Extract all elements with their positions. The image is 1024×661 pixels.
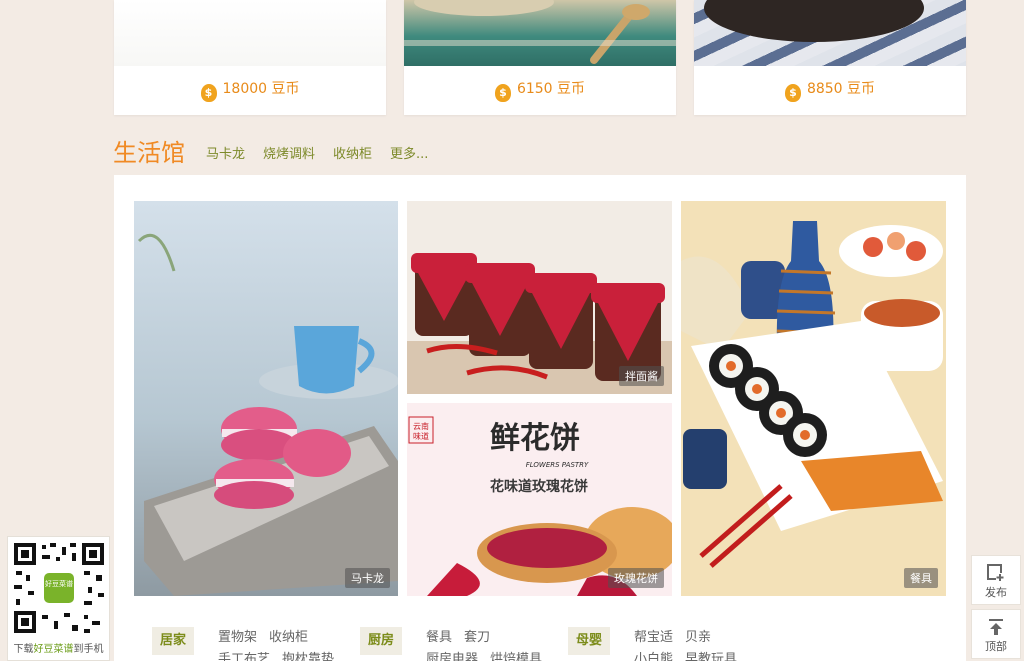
section-links: 马卡龙 烧烤调料 收纳柜 更多... (206, 143, 428, 162)
app-download-qr[interactable]: 好豆菜谱 下载好豆菜谱到手机 (7, 536, 110, 661)
tile-label: 拌面酱 (619, 366, 664, 386)
product-photo (404, 0, 676, 64)
product-image[interactable] (114, 0, 386, 66)
category-link[interactable]: 手工布艺 (218, 652, 270, 661)
category-tag[interactable]: 厨房 (360, 627, 402, 655)
add-post-icon (987, 564, 1004, 581)
link-storage-cabinet[interactable]: 收纳柜 (333, 143, 372, 162)
macaron-photo (134, 201, 398, 596)
category-link[interactable]: 帮宝适 (634, 630, 673, 645)
category-tag[interactable]: 居家 (152, 627, 194, 655)
arrow-up-icon (989, 619, 1003, 635)
svg-text:味道: 味道 (413, 431, 429, 441)
category-link[interactable]: 餐具 (426, 630, 452, 645)
category-link[interactable]: 小白熊 (634, 652, 673, 661)
product-image[interactable] (404, 0, 676, 66)
category-link[interactable]: 早教玩具 (685, 652, 737, 661)
category-link[interactable]: 抱枕靠垫 (282, 652, 334, 661)
tile-label: 马卡龙 (345, 568, 390, 588)
qr-logo-text: 好豆菜谱 (45, 579, 73, 588)
category-link[interactable]: 置物架 (218, 630, 257, 645)
product-photo (704, 0, 924, 42)
tile-rose-pastry[interactable]: 云南 味道 鲜花饼 FLOWERS PASTRY 花味道玫瑰花饼 玫瑰花饼 (407, 403, 672, 596)
top-label: 顶部 (985, 640, 1007, 653)
category-tag[interactable]: 母婴 (568, 627, 610, 655)
product-card[interactable]: $18000 豆币 (114, 0, 386, 115)
product-image[interactable] (694, 0, 966, 66)
qr-code: 好豆菜谱 (12, 541, 106, 635)
category-link[interactable]: 烘焙模具 (490, 652, 542, 661)
ad-caption: 花味道玫瑰花饼 (490, 478, 588, 495)
category-links: 餐具 套刀 厨房电器 烘焙模具 (426, 627, 566, 661)
product-price: $18000 豆币 (114, 78, 386, 102)
tile-label: 餐具 (904, 568, 938, 588)
category-links: 置物架 收纳柜 手工布艺 抱枕靠垫 (218, 627, 358, 661)
coin-icon: $ (784, 84, 801, 102)
qr-caption: 下载好豆菜谱到手机 (13, 644, 104, 655)
tile-macaron[interactable]: 马卡龙 (134, 201, 398, 596)
publish-label: 发布 (985, 586, 1007, 599)
tile-tableware[interactable]: 餐具 (681, 201, 946, 596)
tile-label: 玫瑰花饼 (608, 568, 664, 588)
life-hall-panel: 马卡龙 拌面酱 云南 味道 鲜花饼 FLOWERS PASTRY 花味道玫瑰花饼… (114, 175, 966, 661)
category-link[interactable]: 收纳柜 (269, 630, 308, 645)
section-title: 生活馆 (113, 139, 185, 167)
category-link[interactable]: 贝亲 (685, 630, 711, 645)
category-links: 帮宝适 贝亲 小白熊 早教玩具 (634, 627, 774, 661)
product-card[interactable]: $8850 豆币 (694, 0, 966, 115)
tile-noodle-sauce[interactable]: 拌面酱 (407, 201, 672, 394)
product-card[interactable]: $6150 豆币 (404, 0, 676, 115)
brand-text: 云南 (413, 421, 429, 431)
category-link[interactable]: 套刀 (464, 630, 490, 645)
ad-headline: 鲜花饼 (490, 421, 580, 456)
tableware-photo (681, 201, 946, 596)
link-macaron[interactable]: 马卡龙 (206, 143, 245, 162)
product-price: $8850 豆币 (694, 78, 966, 102)
back-to-top-button[interactable]: 顶部 (971, 609, 1021, 659)
coin-icon: $ (200, 84, 217, 102)
category-link[interactable]: 厨房电器 (426, 652, 478, 661)
link-more[interactable]: 更多... (390, 143, 428, 162)
coin-icon: $ (494, 84, 511, 102)
product-price: $6150 豆币 (404, 78, 676, 102)
publish-button[interactable]: 发布 (971, 555, 1021, 605)
ad-subheadline: FLOWERS PASTRY (526, 461, 589, 469)
link-bbq-seasoning[interactable]: 烧烤调料 (263, 143, 315, 162)
